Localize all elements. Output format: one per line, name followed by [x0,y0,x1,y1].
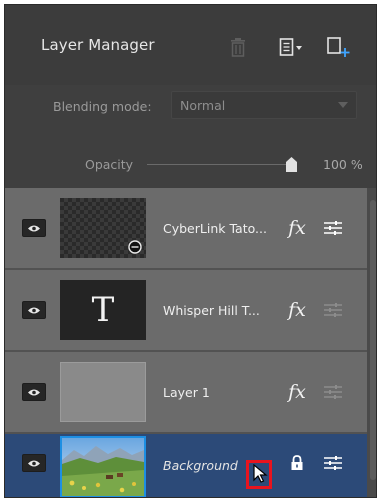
layer-thumbnail[interactable]: T [60,280,146,340]
highlight-box [246,460,272,489]
add-layer-icon[interactable] [325,33,353,61]
layer-name: Layer 1 [163,385,210,400]
visibility-eye-icon[interactable] [22,219,46,237]
panel-title: Layer Manager [41,36,155,54]
blending-mode-select[interactable]: Normal [171,91,357,119]
layer-thumbnail[interactable] [60,198,146,258]
opacity-slider[interactable] [147,157,297,173]
panel-header: Layer Manager [5,5,376,85]
blending-mode-value: Normal [180,98,226,113]
mouse-cursor-icon [253,464,268,483]
opacity-slider-track [147,164,297,165]
visibility-eye-icon[interactable] [22,383,46,401]
fx-icon[interactable]: fx [285,216,309,240]
fx-icon[interactable]: fx [285,380,309,404]
layer-row-selected[interactable]: Background [5,434,367,497]
fx-icon[interactable]: fx [285,298,309,322]
layer-manager-panel: Layer Manager Blending mode: Normal Opac… [4,4,377,498]
layer-thumbnail[interactable] [60,362,146,422]
dropdown-arrow-icon [338,102,348,108]
layer-row[interactable]: CyberLink Tato... fx [5,188,367,268]
opacity-slider-thumb[interactable] [286,157,297,172]
text-layer-glyph: T [91,290,115,330]
landscape-photo [62,438,144,496]
layer-name: Background [163,458,238,473]
layer-name: CyberLink Tato... [163,221,267,236]
scrollbar-thumb[interactable] [370,200,376,480]
visibility-eye-icon[interactable] [22,301,46,319]
layer-name: Whisper Hill T... [163,303,260,318]
visibility-eye-icon[interactable] [22,454,46,472]
layer-menu-icon[interactable] [278,33,306,61]
blending-mode-label: Blending mode: [53,99,152,114]
layer-row[interactable]: Layer 1 fx [5,352,367,432]
adjustment-sliders-icon[interactable] [321,451,345,475]
adjustment-sliders-icon[interactable] [321,216,345,240]
opacity-label: Opacity [85,157,134,172]
layer-row[interactable]: T Whisper Hill T... fx [5,270,367,350]
adjustment-sliders-icon[interactable] [321,380,345,404]
lock-icon[interactable] [285,451,309,475]
opacity-value: 100 % [323,157,363,172]
layer-list: CyberLink Tato... fx T Whisper Hill T...… [5,188,376,497]
layer-list-scrollbar[interactable] [368,188,376,497]
trash-icon[interactable] [224,33,252,61]
adjustment-sliders-icon[interactable] [321,298,345,322]
layer-thumbnail[interactable] [60,436,146,497]
